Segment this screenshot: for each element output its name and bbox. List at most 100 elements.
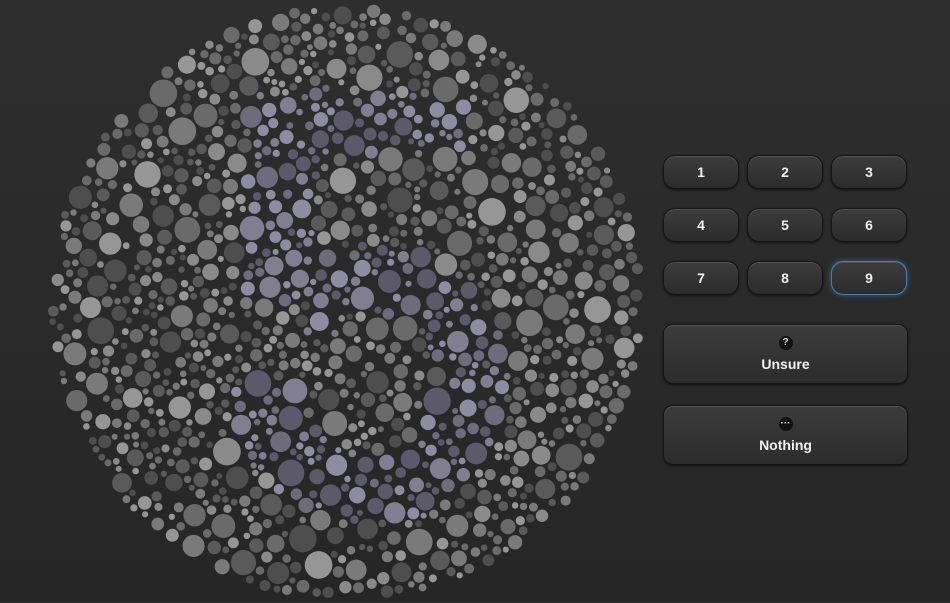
plate-dot	[468, 134, 478, 145]
plate-dot	[537, 431, 545, 438]
plate-dot	[480, 144, 488, 152]
plate-dot	[432, 431, 440, 440]
plate-dot	[104, 459, 112, 467]
plate-dot	[579, 369, 590, 379]
plate-dot	[446, 230, 473, 256]
plate-dot	[86, 275, 109, 297]
plate-dot	[52, 341, 64, 353]
number-button-9[interactable]: 9	[831, 261, 907, 295]
plate-dot	[80, 410, 93, 422]
plate-dot	[412, 129, 423, 140]
plate-dot	[414, 400, 423, 409]
plate-dot	[364, 361, 375, 372]
plate-dot	[502, 546, 509, 553]
plate-dot	[627, 361, 638, 371]
plate-dot	[163, 368, 172, 376]
plate-dot	[244, 370, 272, 397]
plate-dot	[101, 366, 109, 374]
plate-dot	[580, 439, 587, 447]
plate-dot	[599, 175, 613, 188]
plate-dot	[499, 116, 507, 124]
number-button-4[interactable]: 4	[663, 208, 739, 242]
plate-dot	[344, 194, 352, 203]
number-button-7[interactable]: 7	[663, 261, 739, 295]
plate-dot	[612, 380, 619, 388]
plate-dot	[434, 171, 441, 178]
plate-dot	[617, 295, 631, 309]
plate-dot	[403, 105, 416, 118]
plate-dot	[257, 464, 265, 471]
plate-dot	[525, 288, 544, 308]
plate-dot	[353, 335, 361, 343]
plate-dot	[430, 118, 440, 128]
plate-dot	[313, 292, 329, 309]
unsure-button[interactable]: ? Unsure	[663, 324, 908, 384]
plate-dot	[572, 346, 582, 356]
plate-dot	[445, 438, 453, 446]
plate-dot	[239, 76, 259, 96]
plate-dot	[587, 166, 601, 181]
plate-dot	[537, 279, 548, 290]
plate-dot	[155, 408, 164, 417]
plate-dot	[481, 300, 492, 311]
plate-dot	[477, 478, 488, 488]
plate-dot	[470, 547, 481, 557]
plate-dot	[541, 149, 553, 162]
plate-dot	[379, 454, 395, 470]
plate-dot	[370, 170, 387, 187]
plate-dot	[60, 232, 69, 241]
plate-dot	[310, 352, 320, 363]
plate-dot	[435, 311, 444, 320]
plate-dot	[230, 102, 241, 114]
plate-dot	[364, 252, 372, 260]
number-button-3[interactable]: 3	[831, 155, 907, 189]
plate-dot	[91, 201, 99, 209]
plate-dot	[188, 148, 196, 157]
number-button-2[interactable]: 2	[747, 155, 823, 189]
plate-dot	[288, 304, 300, 316]
plate-dot	[409, 62, 423, 76]
plate-dot	[522, 157, 542, 177]
plate-dot	[80, 214, 89, 223]
plate-dot	[160, 278, 178, 295]
plate-dot	[473, 523, 487, 537]
plate-dot	[560, 482, 569, 491]
plate-dot	[278, 406, 303, 431]
plate-dot	[478, 198, 506, 226]
plate-dot	[171, 147, 178, 155]
unsure-label: Unsure	[761, 356, 810, 372]
plate-dot	[248, 19, 263, 33]
plate-dot	[429, 181, 449, 201]
number-button-8[interactable]: 8	[747, 261, 823, 295]
plate-dot	[479, 73, 499, 93]
plate-dot	[254, 298, 274, 317]
plate-dot	[133, 264, 140, 271]
plate-dot	[123, 128, 132, 137]
plate-dot	[434, 253, 458, 276]
plate-dot	[498, 501, 509, 512]
plate-dot	[452, 290, 459, 297]
plate-dot	[225, 466, 249, 490]
plate-dot	[392, 293, 401, 302]
plate-dot	[110, 283, 117, 290]
plate-dot	[521, 121, 531, 131]
plate-dot	[311, 171, 321, 180]
plate-dot	[65, 269, 74, 277]
nothing-button[interactable]: ··· Nothing	[663, 405, 908, 465]
plate-dot	[122, 495, 131, 504]
plate-dot	[346, 313, 353, 320]
plate-dot	[206, 368, 216, 379]
plate-dot	[218, 428, 227, 437]
number-button-5[interactable]: 5	[747, 208, 823, 242]
plate-dot	[322, 586, 334, 599]
plate-dot	[565, 160, 577, 172]
plate-dot	[449, 353, 457, 361]
plate-dot	[455, 367, 467, 378]
number-button-6[interactable]: 6	[831, 208, 907, 242]
plate-dot	[339, 388, 349, 398]
plate-dot	[548, 286, 556, 294]
number-button-1[interactable]: 1	[663, 155, 739, 189]
plate-dot	[525, 84, 533, 92]
plate-dot	[396, 85, 409, 99]
plate-dot	[359, 13, 368, 22]
